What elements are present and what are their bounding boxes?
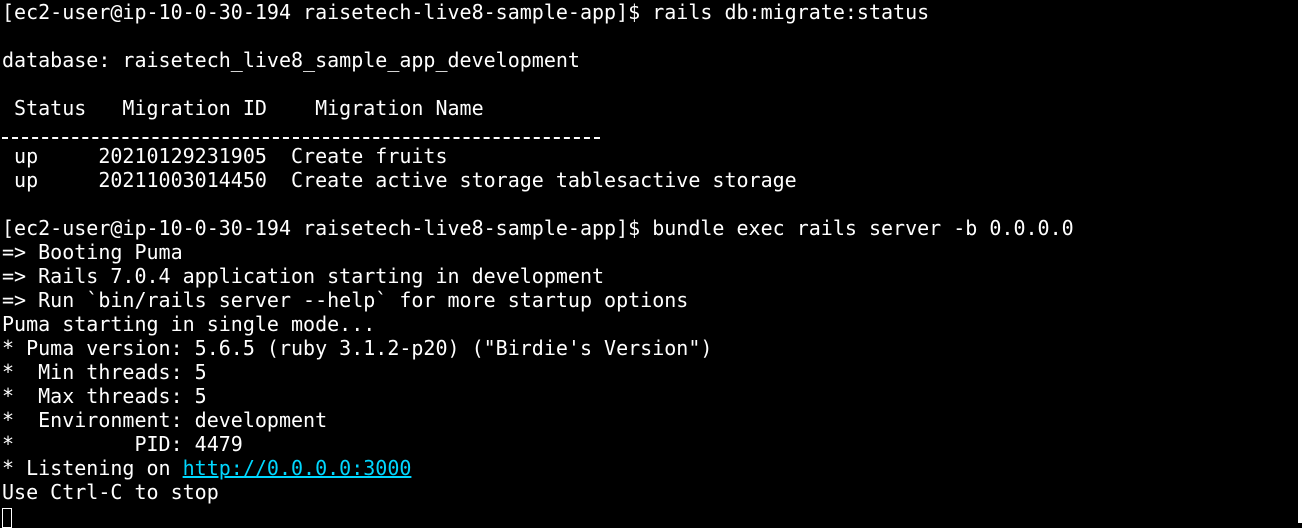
migration-table-header: Status Migration ID Migration Name xyxy=(2,96,484,120)
cursor-line xyxy=(2,504,1298,528)
dashed-rule xyxy=(2,136,600,139)
output-line: => Rails 7.0.4 application starting in d… xyxy=(2,264,605,288)
output-line: * Min threads: 5 xyxy=(2,360,207,384)
output-line: => Booting Puma xyxy=(2,240,183,264)
migration-row: up 20210129231905 Create fruits xyxy=(2,144,448,168)
output-line: * PID: 4479 xyxy=(2,432,243,456)
table-divider xyxy=(2,120,1298,144)
listening-line: * Listening on http://0.0.0.0:3000 xyxy=(2,456,1298,480)
output-line: Use Ctrl-C to stop xyxy=(2,480,219,504)
output-line: * Puma version: 5.6.5 (ruby 3.1.2-p20) (… xyxy=(2,336,713,360)
output-line: * Max threads: 5 xyxy=(2,384,207,408)
command-line-migrate-status: [ec2-user@ip-10-0-30-194 raisetech-live8… xyxy=(2,0,930,24)
output-line: Puma starting in single mode... xyxy=(2,312,376,336)
database-line: database: raisetech_live8_sample_app_dev… xyxy=(2,48,580,72)
window-edge-strip xyxy=(1298,0,1302,523)
output-line: => Run `bin/rails server --help` for mor… xyxy=(2,288,689,312)
terminal-window[interactable]: [ec2-user@ip-10-0-30-194 raisetech-live8… xyxy=(0,0,1298,528)
text-cursor xyxy=(2,508,12,528)
listening-prefix: * Listening on xyxy=(2,456,183,480)
command-line-rails-server: [ec2-user@ip-10-0-30-194 raisetech-live8… xyxy=(2,216,1074,240)
server-url-link[interactable]: http://0.0.0.0:3000 xyxy=(183,456,412,480)
output-line: * Environment: development xyxy=(2,408,328,432)
migration-row: up 20211003014450 Create active storage … xyxy=(2,168,797,192)
